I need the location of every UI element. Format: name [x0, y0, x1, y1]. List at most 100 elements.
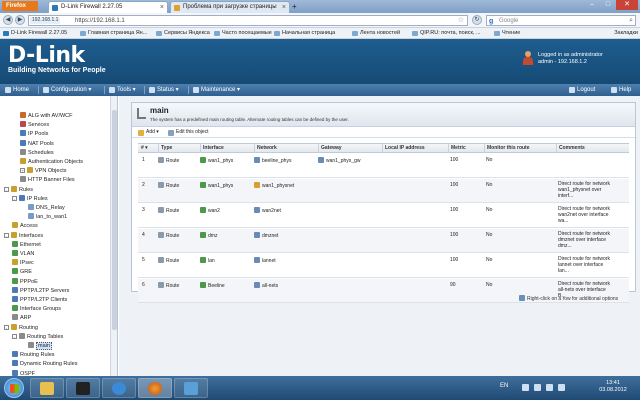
sidebar-item-ethernet[interactable]: Ethernet: [12, 240, 41, 249]
sidebar-item-gre[interactable]: GRE: [12, 268, 32, 276]
help-button[interactable]: Help: [610, 84, 631, 96]
window-close-icon[interactable]: ✕: [616, 0, 638, 10]
edit-object-button[interactable]: Edit this object: [168, 129, 209, 136]
sidebar-item-alg-with-av-wcf[interactable]: ALG with AV/WCF: [20, 112, 73, 120]
table-row[interactable]: 5 Route lan lannet 100 No Direct route for net…: [138, 254, 629, 278]
start-button[interactable]: [4, 378, 24, 398]
language-indicator[interactable]: EN: [500, 383, 508, 389]
bookmark-item[interactable]: Лента новостей: [352, 29, 400, 38]
menu-maintenance[interactable]: Maintenance ▾: [192, 84, 240, 96]
sidebar-item-services[interactable]: Services: [20, 121, 49, 129]
sidebar-item-vpn-objects[interactable]: + VPN Objects: [20, 167, 66, 175]
sidebar-item-label: Authentication Objects: [28, 159, 84, 165]
volume-tray-icon[interactable]: [534, 384, 541, 391]
taskbar-console[interactable]: [66, 378, 100, 398]
search-icon[interactable]: ⌕: [629, 16, 633, 26]
tab-load-problem[interactable]: Проблема при загрузке страницы ×: [170, 1, 290, 13]
sidebar-item-vlan[interactable]: VLAN: [12, 250, 34, 258]
table-row[interactable]: 4 Route dmz dmznet 100 No Direct route for net…: [138, 229, 629, 253]
sidebar-item-access[interactable]: Access: [12, 222, 38, 230]
table-row[interactable]: 3 Route wan2 wan2net 100 No Direct route for n…: [138, 204, 629, 228]
url-bar[interactable]: 192.168.1.1 https://192.168.1.1 ☆: [28, 15, 468, 26]
col-interface[interactable]: Interface: [200, 144, 224, 153]
cell-text: 5: [142, 257, 145, 263]
sidebar-item-dynamic-routing-rules[interactable]: Dynamic Routing Rules: [12, 360, 77, 368]
sidebar-item-pppoe[interactable]: PPPoE: [12, 277, 38, 286]
sidebar-item-main[interactable]: main: [28, 342, 52, 350]
minimize-icon[interactable]: –: [584, 0, 600, 10]
menu-status[interactable]: Status ▾: [148, 84, 179, 96]
reload-button[interactable]: ↻: [472, 15, 482, 25]
collapse-icon[interactable]: -: [12, 195, 17, 201]
sidebar-item-http-banner-files[interactable]: HTTP Banner Files: [20, 176, 75, 184]
sidebar-item-dns-relay[interactable]: DNS_Relay: [28, 204, 65, 212]
bookmark-item[interactable]: Чтение: [494, 29, 520, 38]
bookmark-item[interactable]: D-Link Firewall 2.27.05: [3, 29, 67, 38]
site-identity-badge[interactable]: 192.168.1.1: [30, 17, 61, 24]
col-metric[interactable]: Metric: [448, 144, 466, 153]
menu-home[interactable]: Home: [4, 84, 29, 96]
search-input[interactable]: g Google ⌕: [486, 15, 636, 26]
col-number[interactable]: # ▾: [141, 144, 148, 153]
sidebar-item-ip-rules[interactable]: - IP Rules: [12, 194, 48, 203]
expand-icon[interactable]: +: [20, 168, 25, 174]
col-monitor[interactable]: Monitor this route: [484, 144, 530, 153]
add-button[interactable]: Add ▾: [138, 129, 159, 136]
sidebar-item-pptp-l2tp-clients[interactable]: PPTP/L2TP Clients: [12, 296, 67, 304]
sidebar-item-ipsec[interactable]: IPsec: [12, 259, 34, 267]
col-network[interactable]: Network: [254, 144, 277, 153]
table-row[interactable]: 1 Route wan1_phys beeline_phys wan1_phys_gw 1…: [138, 154, 629, 178]
col-type[interactable]: Type: [158, 144, 172, 153]
maximize-icon[interactable]: □: [600, 0, 616, 10]
sidebar-item-arp[interactable]: ARP: [12, 314, 31, 322]
logout-button[interactable]: Logout: [568, 84, 595, 96]
tab-close-icon[interactable]: ×: [160, 2, 164, 13]
menu-configuration[interactable]: Configuration ▾: [42, 84, 91, 96]
clock[interactable]: 13:41 03.08.2012: [596, 380, 630, 394]
sidebar-item-schedules[interactable]: Schedules: [20, 148, 54, 157]
collapse-icon[interactable]: -: [12, 333, 17, 339]
new-tab-button[interactable]: +: [292, 2, 302, 12]
bookmark-item[interactable]: Главная страница Ян...: [80, 29, 147, 38]
bookmark-item[interactable]: Сервисы Яндекса: [156, 29, 210, 38]
menu-tools[interactable]: Tools ▾: [108, 84, 136, 96]
sidebar-item-authentication-objects[interactable]: Authentication Objects: [20, 158, 83, 166]
sidebar-item-lan-to-wan1[interactable]: lan_to_wan1: [28, 213, 67, 221]
taskbar-media[interactable]: [102, 378, 136, 398]
bookmark-item[interactable]: QIP.RU: почта, поиск, ...: [412, 29, 481, 38]
bookmarks-menu[interactable]: Закладки: [614, 29, 638, 38]
sidebar-item-routing-tables[interactable]: - Routing Tables: [12, 332, 63, 341]
sidebar-item-interface-groups[interactable]: Interface Groups: [12, 305, 61, 313]
tab-close-icon[interactable]: ×: [282, 2, 286, 13]
table-row[interactable]: 2 Route wan1_phys wan1_physnet 100 No Direct r…: [138, 179, 629, 203]
scrollbar-thumb[interactable]: [112, 110, 117, 330]
tab-dlink-firewall[interactable]: D-Link Firewall 2.27.05 ×: [48, 1, 168, 13]
bookmark-star-icon[interactable]: ☆: [458, 16, 464, 26]
sidebar-item-interfaces[interactable]: - Interfaces: [4, 231, 43, 240]
cell-text: dmznet: [262, 233, 279, 239]
sidebar-item-routing[interactable]: - Routing: [4, 323, 38, 332]
sidebar-item-routing-rules[interactable]: Routing Rules: [12, 351, 55, 359]
sidebar-item-rules[interactable]: - Rules: [4, 185, 33, 194]
flag-tray-icon[interactable]: [546, 384, 553, 391]
collapse-icon[interactable]: -: [4, 324, 9, 330]
taskbar-explorer[interactable]: [30, 378, 64, 398]
network-tray-icon[interactable]: [522, 384, 529, 391]
col-local-ip[interactable]: Local IP address: [382, 144, 425, 153]
collapse-icon[interactable]: -: [4, 232, 9, 238]
sidebar-item-ip-pools[interactable]: IP Pools: [20, 130, 48, 138]
collapse-icon[interactable]: -: [4, 186, 9, 192]
back-button[interactable]: ◀: [3, 15, 13, 25]
forward-button[interactable]: ▶: [15, 15, 25, 25]
firefox-menu-button[interactable]: Firefox: [2, 1, 38, 11]
battery-tray-icon[interactable]: [558, 384, 565, 391]
col-comments[interactable]: Comments: [556, 144, 585, 153]
col-gateway[interactable]: Gateway: [318, 144, 342, 153]
taskbar-firefox[interactable]: [138, 378, 172, 398]
taskbar-app[interactable]: [174, 378, 208, 398]
sidebar-scrollbar[interactable]: [110, 96, 117, 376]
bookmark-item[interactable]: Начальная страница: [274, 29, 335, 38]
bookmark-item[interactable]: Часто посещаемые: [214, 29, 272, 38]
sidebar-item-pptp-l2tp-servers[interactable]: PPTP/L2TP Servers: [12, 286, 69, 295]
sidebar-item-nat-pools[interactable]: NAT Pools: [20, 139, 54, 148]
